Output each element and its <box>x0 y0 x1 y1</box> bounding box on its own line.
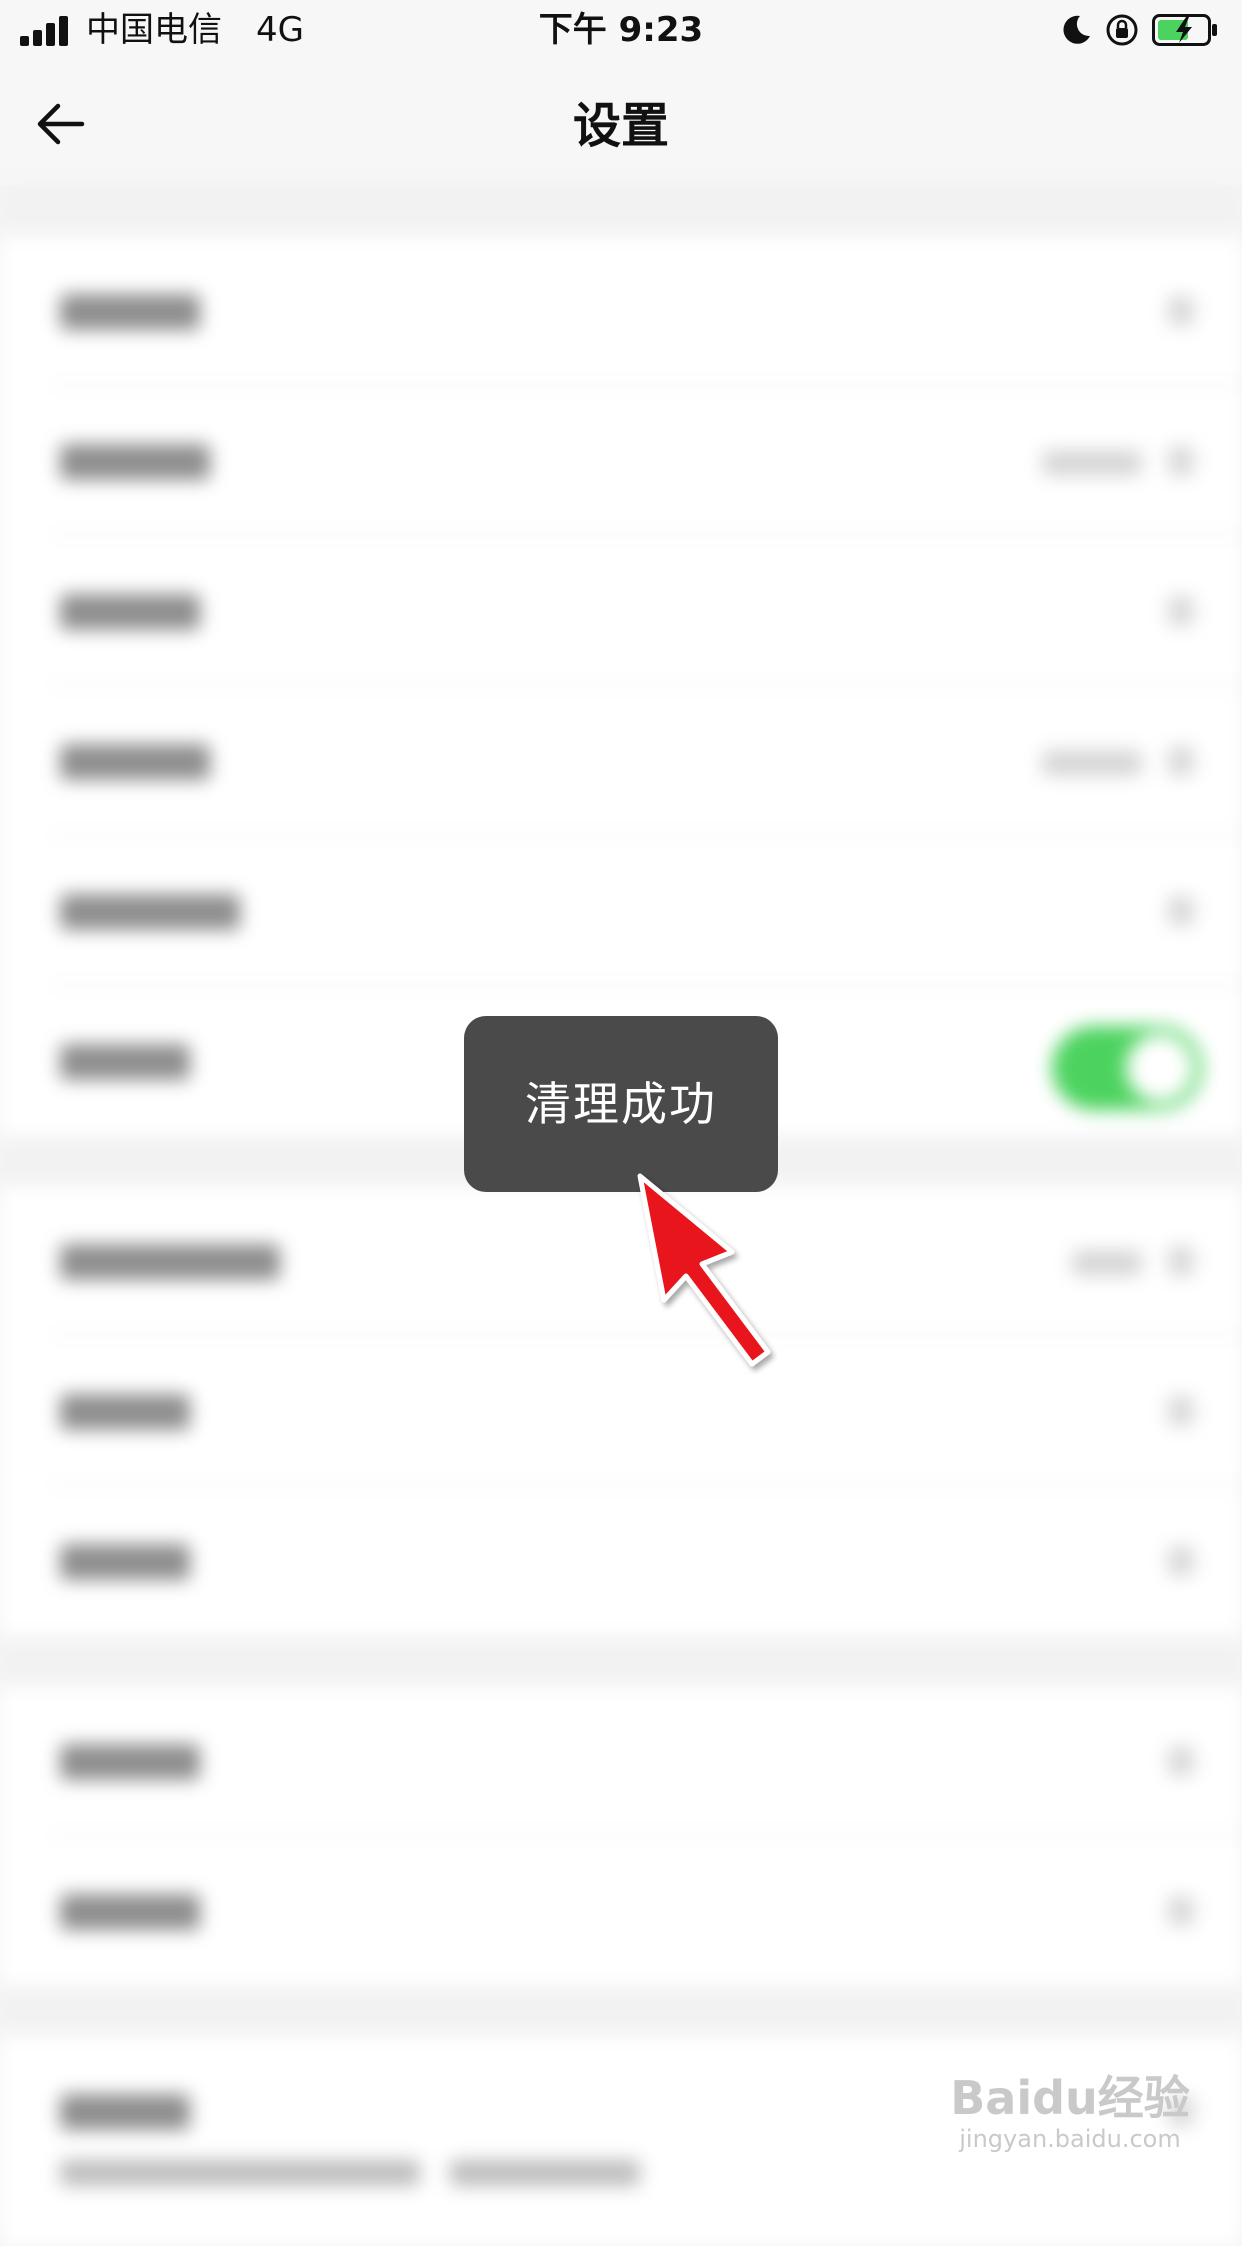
settings-row[interactable] <box>0 686 1242 836</box>
watermark-url: jingyan.baidu.com <box>959 2125 1181 2153</box>
settings-row[interactable] <box>0 1686 1242 1836</box>
settings-row[interactable] <box>0 236 1242 386</box>
status-bar: 中国电信 4G 下午 9:23 <box>0 0 1242 62</box>
baidu-watermark: Baidu经验 jingyan.baidu.com <box>950 2072 1190 2154</box>
battery-charging-icon <box>1152 14 1217 46</box>
orientation-lock-icon <box>1106 14 1138 46</box>
settings-row[interactable] <box>0 536 1242 686</box>
annotation-arrow-icon <box>637 1173 771 1367</box>
status-time: 下午 9:23 <box>538 10 704 50</box>
moon-icon <box>1063 15 1090 44</box>
settings-group <box>0 1686 1242 1986</box>
settings-row[interactable] <box>0 1836 1242 1986</box>
settings-row[interactable] <box>0 1486 1242 1636</box>
settings-group <box>0 236 1242 1136</box>
settings-row[interactable] <box>0 386 1242 536</box>
toggle-switch[interactable] <box>1052 1026 1202 1110</box>
watermark-brand: Baidu经验 <box>950 2071 1190 2125</box>
page-title: 设置 <box>572 98 669 154</box>
navigation-bar: 设置 <box>0 62 1242 186</box>
settings-row[interactable] <box>0 836 1242 986</box>
